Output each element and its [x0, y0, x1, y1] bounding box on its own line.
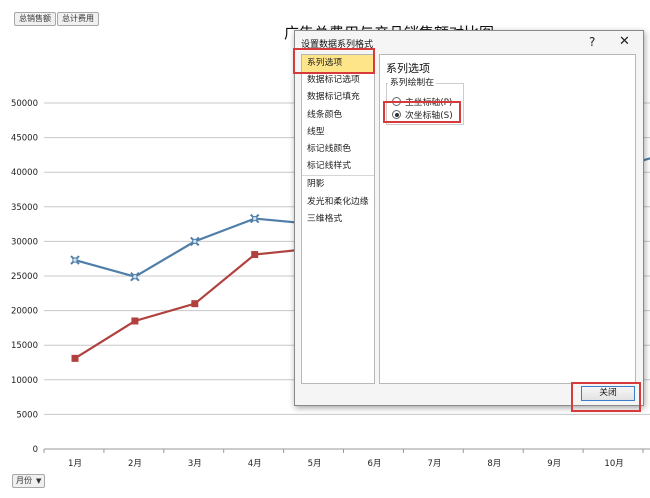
y-tick-label: 5000 [16, 410, 38, 420]
category-item[interactable]: 发光和柔化边缘 [302, 194, 374, 211]
x-tick-label: 7月 [427, 459, 441, 469]
series-line [74, 217, 315, 278]
x-tick-label: 6月 [368, 459, 382, 469]
category-item[interactable]: 数据标记填充 [302, 89, 374, 106]
y-tick-label: 10000 [11, 376, 38, 386]
secondary-axis-radio[interactable] [392, 110, 401, 119]
y-tick-label: 30000 [11, 237, 38, 247]
category-item[interactable]: 阴影 [302, 175, 374, 193]
primary-axis-radio[interactable] [392, 97, 401, 106]
close-button[interactable]: 关闭 [581, 386, 635, 401]
category-item[interactable]: 线型 [302, 124, 374, 141]
secondary-axis-label: 次坐标轴(S) [405, 111, 453, 121]
category-item[interactable]: 线条颜色 [302, 107, 374, 124]
x-tick-label: 10月 [604, 459, 623, 469]
category-item[interactable]: 标记线样式 [302, 158, 374, 175]
primary-axis-label: 主坐标轴(P) [405, 98, 453, 108]
y-tick-label: 45000 [11, 134, 38, 144]
format-data-series-dialog: 设置数据系列格式 ? ✕ 系列选项 数据标记选项 数据标记填充 线条颜色 线型 标记线颜色… [294, 30, 644, 406]
secondary-axis-option[interactable]: 次坐标轴(S) [392, 108, 453, 121]
category-item[interactable]: 标记线颜色 [302, 141, 374, 158]
x-tick-label: 3月 [188, 459, 202, 469]
y-tick-label: 20000 [11, 307, 38, 317]
pivot-button-total-sales[interactable]: 总销售额 [14, 12, 56, 26]
x-tick-label: 1月 [68, 459, 82, 469]
dropdown-arrow-icon: ▼ [36, 477, 42, 485]
help-icon[interactable]: ? [589, 35, 595, 49]
pivot-button-total-cost[interactable]: 总计费用 [57, 12, 99, 26]
month-filter-label: 月份 [16, 476, 32, 485]
x-tick-label: 8月 [487, 459, 501, 469]
data-point [131, 317, 139, 325]
category-item[interactable]: 数据标记选项 [302, 72, 374, 89]
group-label: 系列绘制在 [388, 75, 436, 88]
category-item[interactable]: 系列选项 [302, 55, 374, 73]
panel-title: 系列选项 [386, 62, 430, 75]
close-icon[interactable]: ✕ [619, 34, 630, 49]
y-tick-label: 50000 [11, 99, 38, 109]
y-tick-label: 15000 [11, 341, 38, 351]
category-item[interactable]: 三维格式 [302, 211, 374, 228]
x-tick-label: 5月 [308, 459, 322, 469]
y-tick-label: 35000 [11, 203, 38, 213]
y-tick-label: 40000 [11, 168, 38, 178]
data-point [251, 251, 259, 259]
x-tick-label: 9月 [547, 459, 561, 469]
x-tick-label: 4月 [248, 459, 262, 469]
data-point [71, 354, 79, 362]
month-filter-button[interactable]: 月份 ▼ [12, 474, 46, 488]
series-options-panel: 系列选项 系列绘制在 主坐标轴(P) 次坐标轴(S) [379, 54, 636, 384]
dialog-title: 设置数据系列格式 [301, 40, 374, 50]
data-point [191, 300, 199, 308]
x-tick-label: 2月 [128, 459, 142, 469]
y-tick-label: 0 [33, 445, 38, 455]
category-list: 系列选项 数据标记选项 数据标记填充 线条颜色 线型 标记线颜色 标记线样式 阴影 发光和柔化边… [301, 54, 375, 384]
y-tick-label: 25000 [11, 272, 38, 282]
primary-axis-option[interactable]: 主坐标轴(P) [392, 95, 452, 108]
